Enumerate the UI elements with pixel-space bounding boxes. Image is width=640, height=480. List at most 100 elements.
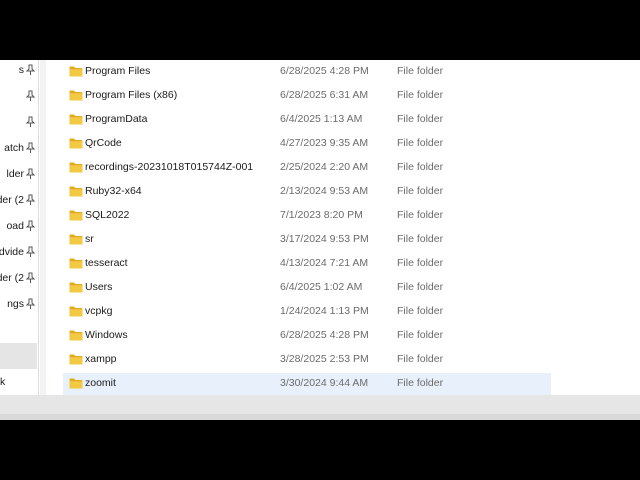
file-type: File folder xyxy=(397,377,444,389)
pin-icon xyxy=(25,142,36,154)
folder-icon xyxy=(69,354,83,365)
folder-icon xyxy=(69,306,83,317)
nav-item-label: edvide xyxy=(0,246,24,258)
file-type: File folder xyxy=(397,209,444,221)
file-row[interactable]: recordings-20231018T015744Z-001 2/25/2024… xyxy=(63,157,551,179)
nav-item[interactable]: lder (2 xyxy=(0,191,38,209)
file-row[interactable]: Users 6/4/2025 1:02 AM File folder xyxy=(63,277,551,299)
folder-icon xyxy=(69,138,83,149)
nav-item[interactable] xyxy=(0,87,38,105)
file-row[interactable]: sr 3/17/2024 9:53 PM File folder xyxy=(63,229,551,251)
nav-item[interactable]: lder xyxy=(0,165,38,183)
date-modified: 6/28/2025 6:31 AM xyxy=(280,89,369,101)
date-modified: 2/25/2024 2:20 AM xyxy=(280,161,369,173)
file-name: tesseract xyxy=(85,257,128,269)
pin-icon xyxy=(25,116,36,128)
folder-icon xyxy=(69,162,83,173)
folder-icon xyxy=(69,282,83,293)
pin-icon xyxy=(25,220,36,232)
file-name: Ruby32-x64 xyxy=(85,185,142,197)
date-modified: 6/28/2025 4:28 PM xyxy=(280,329,369,341)
navigation-pane-scrollbar[interactable] xyxy=(40,60,46,395)
file-name: Program Files (x86) xyxy=(85,89,178,101)
date-modified: 3/30/2024 9:44 AM xyxy=(280,377,369,389)
file-explorer-window: s atch lder lder (2 oad edvide lder (2 ngs k Pr… xyxy=(0,60,640,420)
file-name: zoomit xyxy=(85,377,116,389)
date-modified: 2/13/2024 9:53 AM xyxy=(280,185,369,197)
file-row[interactable]: ProgramData 6/4/2025 1:13 AM File folder xyxy=(63,109,551,131)
nav-item-label[interactable]: k xyxy=(0,376,5,388)
nav-item[interactable]: ngs xyxy=(0,295,38,313)
file-name: xampp xyxy=(85,353,117,365)
file-row[interactable]: QrCode 4/27/2023 9:35 AM File folder xyxy=(63,133,551,155)
date-modified: 1/24/2024 1:13 PM xyxy=(280,305,369,317)
file-type: File folder xyxy=(397,161,444,173)
pin-icon xyxy=(25,64,36,76)
date-modified: 6/28/2025 4:28 PM xyxy=(280,65,369,77)
file-type: File folder xyxy=(397,65,444,77)
folder-icon xyxy=(69,378,83,389)
file-row[interactable]: Ruby32-x64 2/13/2024 9:53 AM File folder xyxy=(63,181,551,203)
pin-icon xyxy=(25,90,36,102)
nav-item-label: lder xyxy=(6,168,24,180)
nav-item-label: oad xyxy=(6,220,24,232)
folder-icon xyxy=(69,258,83,269)
pin-icon xyxy=(25,168,36,180)
nav-item-label: lder (2 xyxy=(0,272,24,284)
file-type: File folder xyxy=(397,89,444,101)
file-row[interactable]: SQL2022 7/1/2023 8:20 PM File folder xyxy=(63,205,551,227)
date-modified: 6/4/2025 1:13 AM xyxy=(280,113,363,125)
file-name: Users xyxy=(85,281,113,293)
nav-item[interactable]: oad xyxy=(0,217,38,235)
file-name: SQL2022 xyxy=(85,209,130,221)
file-name: QrCode xyxy=(85,137,122,149)
nav-item-label: s xyxy=(18,64,24,76)
nav-item[interactable]: lder (2 xyxy=(0,269,38,287)
file-name: recordings-20231018T015744Z-001 xyxy=(85,161,254,173)
folder-icon xyxy=(69,114,83,125)
file-type: File folder xyxy=(397,137,444,149)
file-row[interactable]: Windows 6/28/2025 4:28 PM File folder xyxy=(63,325,551,347)
folder-icon xyxy=(69,66,83,77)
file-name: Windows xyxy=(85,329,128,341)
file-type: File folder xyxy=(397,305,444,317)
file-type: File folder xyxy=(397,233,444,245)
nav-item[interactable]: edvide xyxy=(0,243,38,261)
pin-icon xyxy=(25,298,36,310)
file-row[interactable]: vcpkg 1/24/2024 1:13 PM File folder xyxy=(63,301,551,323)
nav-selected-item[interactable] xyxy=(0,343,37,369)
file-name: sr xyxy=(85,233,94,245)
taskbar-edge xyxy=(0,414,640,420)
nav-item[interactable]: atch xyxy=(0,139,38,157)
nav-item-label: ngs xyxy=(7,298,24,310)
date-modified: 7/1/2023 8:20 PM xyxy=(280,209,363,221)
file-type: File folder xyxy=(397,329,444,341)
folder-icon xyxy=(69,210,83,221)
file-type: File folder xyxy=(397,353,444,365)
pin-icon xyxy=(25,246,36,258)
nav-item-label: lder (2 xyxy=(0,194,24,206)
file-name: ProgramData xyxy=(85,113,148,125)
pin-icon xyxy=(25,194,36,206)
folder-icon xyxy=(69,330,83,341)
date-modified: 4/13/2024 7:21 AM xyxy=(280,257,369,269)
folder-icon xyxy=(69,90,83,101)
pane-divider[interactable] xyxy=(38,60,39,395)
nav-item[interactable] xyxy=(0,113,38,131)
file-row[interactable]: xampp 3/28/2025 2:53 PM File folder xyxy=(63,349,551,371)
date-modified: 4/27/2023 9:35 AM xyxy=(280,137,369,149)
file-type: File folder xyxy=(397,257,444,269)
file-row[interactable]: Program Files 6/28/2025 4:28 PM File folde… xyxy=(63,61,551,83)
file-type: File folder xyxy=(397,113,444,125)
folder-icon xyxy=(69,234,83,245)
nav-item-label: atch xyxy=(4,142,24,154)
nav-item[interactable]: s xyxy=(0,61,38,79)
file-type: File folder xyxy=(397,185,444,197)
file-name: Program Files xyxy=(85,65,151,77)
pin-icon xyxy=(25,272,36,284)
file-row[interactable]: Program Files (x86) 6/28/2025 6:31 AM File… xyxy=(63,85,551,107)
file-row[interactable]: tesseract 4/13/2024 7:21 AM File folder xyxy=(63,253,551,275)
file-row[interactable]: zoomit 3/30/2024 9:44 AM File folder xyxy=(63,373,551,395)
file-name: vcpkg xyxy=(85,305,113,317)
date-modified: 3/28/2025 2:53 PM xyxy=(280,353,369,365)
